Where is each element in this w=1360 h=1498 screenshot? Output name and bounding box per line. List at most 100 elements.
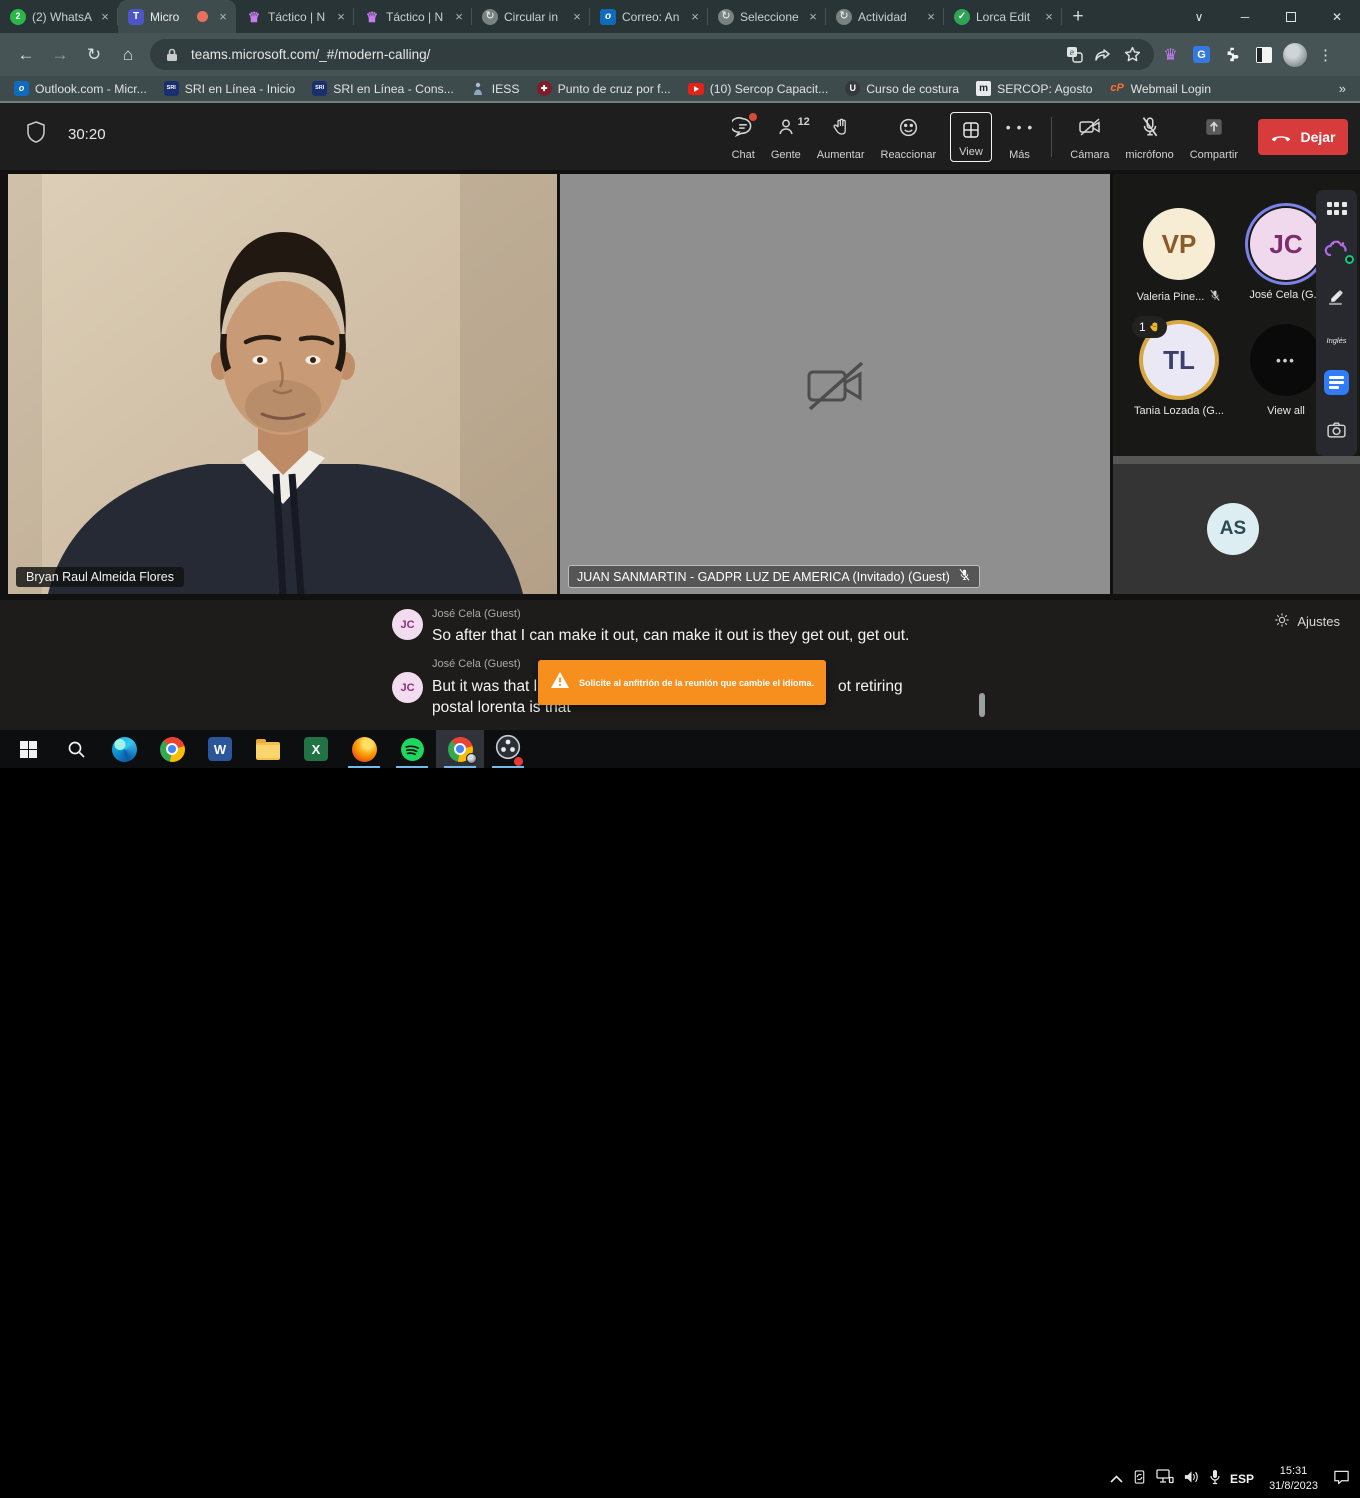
- chat-button[interactable]: Chat: [724, 110, 763, 164]
- corner-participant-tile[interactable]: AS: [1113, 464, 1360, 594]
- tab-lorca[interactable]: ✓ Lorca Edit ×: [944, 0, 1062, 33]
- gray-tile-name-tag: JUAN SANMARTIN - GADPR LUZ DE AMERICA (I…: [568, 565, 980, 588]
- raise-hand-button[interactable]: Aumentar: [809, 110, 873, 164]
- language-label: Inglés: [1326, 336, 1346, 345]
- tab-close-icon[interactable]: ×: [452, 9, 466, 24]
- tab-tactico-2[interactable]: ♛ Táctico | N ×: [354, 0, 472, 33]
- tab-circular[interactable]: ↻ Circular in ×: [472, 0, 590, 33]
- apps-grid-icon[interactable]: [1327, 202, 1347, 215]
- camera-button[interactable]: Cámara: [1062, 110, 1117, 164]
- share-icon[interactable]: [1093, 45, 1113, 65]
- tab-close-icon[interactable]: ×: [334, 9, 348, 24]
- bookmark-sercop-youtube[interactable]: (10) Sercop Capacit...: [688, 82, 829, 96]
- captions-settings-button[interactable]: Ajustes: [1274, 612, 1340, 631]
- leave-button[interactable]: Dejar: [1258, 119, 1348, 155]
- captions-extension-icon[interactable]: [1324, 370, 1349, 395]
- chrome-active-taskbar-icon[interactable]: [436, 730, 484, 768]
- window-minimize-button[interactable]: ─: [1222, 0, 1268, 33]
- more-button[interactable]: • • • Más: [998, 110, 1041, 164]
- screenshot-camera-icon[interactable]: [1326, 420, 1347, 444]
- url-text[interactable]: teams.microsoft.com/_#/modern-calling/: [191, 47, 1055, 62]
- phone-link-icon[interactable]: [1132, 1469, 1147, 1490]
- tab-close-icon[interactable]: ×: [216, 9, 230, 24]
- react-button[interactable]: Reaccionar: [873, 110, 945, 164]
- translate-icon[interactable]: a: [1064, 45, 1084, 65]
- chrome-taskbar-icon[interactable]: [148, 730, 196, 768]
- home-icon[interactable]: ⌂: [112, 39, 144, 71]
- people-button[interactable]: 12 Gente: [763, 110, 809, 164]
- tab-close-icon[interactable]: ×: [98, 9, 112, 24]
- tab-teams-active[interactable]: T Micro ×: [118, 0, 236, 33]
- bookmark-star-icon[interactable]: [1122, 45, 1142, 65]
- share-screen-button[interactable]: Compartir: [1182, 110, 1246, 164]
- edge-taskbar-icon[interactable]: [100, 730, 148, 768]
- keyboard-language[interactable]: ESP: [1230, 1472, 1254, 1486]
- file-explorer-taskbar-icon[interactable]: [244, 730, 292, 768]
- highlighter-icon[interactable]: [1327, 287, 1346, 311]
- tab-label: Táctico | N: [386, 10, 446, 24]
- tab-seleccione[interactable]: ↻ Seleccione ×: [708, 0, 826, 33]
- tab-close-icon[interactable]: ×: [688, 9, 702, 24]
- extensions-puzzle-icon[interactable]: [1218, 40, 1247, 69]
- spotify-taskbar-icon[interactable]: [388, 730, 436, 768]
- window-close-button[interactable]: ✕: [1314, 0, 1360, 33]
- profile-badge: [466, 753, 477, 764]
- bookmark-iess[interactable]: IESS: [471, 81, 520, 96]
- window-restore-button[interactable]: [1268, 0, 1314, 33]
- network-icon[interactable]: [1156, 1469, 1174, 1489]
- browser-tab-strip: 2 (2) WhatsA × T Micro × ♛ Táctico | N ×…: [0, 0, 1360, 33]
- bookmark-sercop-agosto[interactable]: mSERCOP: Agosto: [976, 81, 1093, 96]
- crown-extension-icon[interactable]: ♛: [1156, 40, 1185, 69]
- tab-correo[interactable]: o Correo: An ×: [590, 0, 708, 33]
- cloud-extension-icon[interactable]: [1324, 240, 1350, 262]
- captions-scrollbar-thumb[interactable]: [979, 693, 985, 717]
- tab-tactico-1[interactable]: ♛ Táctico | N ×: [236, 0, 354, 33]
- clock[interactable]: 15:31 31/8/2023: [1269, 1464, 1318, 1494]
- translate-extension-icon[interactable]: G: [1187, 40, 1216, 69]
- search-button[interactable]: [52, 730, 100, 768]
- camera-off-tile[interactable]: JUAN SANMARTIN - GADPR LUZ DE AMERICA (I…: [560, 174, 1110, 594]
- tab-whatsapp[interactable]: 2 (2) WhatsA ×: [0, 0, 118, 33]
- tab-search-chevron-icon[interactable]: ∨: [1176, 0, 1222, 33]
- language-warning-banner[interactable]: Solicite al anfitrión de la reunión que …: [538, 660, 826, 705]
- bookmark-curso-costura[interactable]: UCurso de costura: [845, 81, 959, 96]
- side-panel-icon[interactable]: [1249, 40, 1278, 69]
- recording-dot: [514, 757, 523, 766]
- bookmark-punto-de-cruz[interactable]: ✚Punto de cruz por f...: [537, 81, 671, 96]
- mic-button[interactable]: micrófono: [1117, 110, 1181, 164]
- tab-close-icon[interactable]: ×: [924, 9, 938, 24]
- profile-avatar[interactable]: [1280, 40, 1309, 69]
- excel-taskbar-icon[interactable]: X: [292, 730, 340, 768]
- tab-close-icon[interactable]: ×: [1042, 9, 1056, 24]
- sri-icon: SRI: [312, 81, 327, 96]
- tray-chevron-icon[interactable]: [1110, 1470, 1123, 1488]
- menu-kebab-icon[interactable]: ⋮: [1311, 40, 1340, 69]
- main-speaker-video[interactable]: Bryan Raul Almeida Flores: [8, 174, 557, 594]
- tab-close-icon[interactable]: ×: [806, 9, 820, 24]
- new-tab-button[interactable]: +: [1062, 0, 1094, 33]
- tab-actividad[interactable]: ↻ Actividad ×: [826, 0, 944, 33]
- tab-close-icon[interactable]: ×: [570, 9, 584, 24]
- firefox-taskbar-icon[interactable]: [340, 730, 388, 768]
- bookmark-outlook[interactable]: oOutlook.com - Micr...: [14, 81, 147, 96]
- chat-notification-dot: [749, 113, 757, 121]
- reload-icon[interactable]: ↻: [78, 39, 110, 71]
- bookmark-sri-inicio[interactable]: SRISRI en Línea - Inicio: [164, 81, 295, 96]
- address-bar[interactable]: teams.microsoft.com/_#/modern-calling/ a: [150, 39, 1154, 70]
- participant-valeria[interactable]: VP Valeria Pine...: [1124, 208, 1234, 305]
- action-center-icon[interactable]: [1333, 1469, 1350, 1490]
- forward-icon[interactable]: →: [44, 39, 76, 71]
- start-button[interactable]: [4, 730, 52, 768]
- participant-name: Valeria Pine...: [1137, 291, 1205, 303]
- raised-hand-badge: 1: [1132, 316, 1167, 338]
- mic-tray-icon[interactable]: [1209, 1469, 1221, 1490]
- view-button[interactable]: View: [950, 112, 992, 162]
- participant-tania[interactable]: TL 1 Tania Lozada (G...: [1124, 320, 1234, 417]
- back-icon[interactable]: ←: [10, 39, 42, 71]
- bookmarks-overflow-icon[interactable]: »: [1339, 81, 1346, 96]
- volume-icon[interactable]: [1183, 1470, 1200, 1489]
- word-taskbar-icon[interactable]: TW: [196, 730, 244, 768]
- bookmark-webmail[interactable]: cPWebmail Login: [1110, 81, 1211, 96]
- bookmark-sri-consultas[interactable]: SRISRI en Línea - Cons...: [312, 81, 454, 96]
- obs-taskbar-icon[interactable]: [484, 730, 532, 768]
